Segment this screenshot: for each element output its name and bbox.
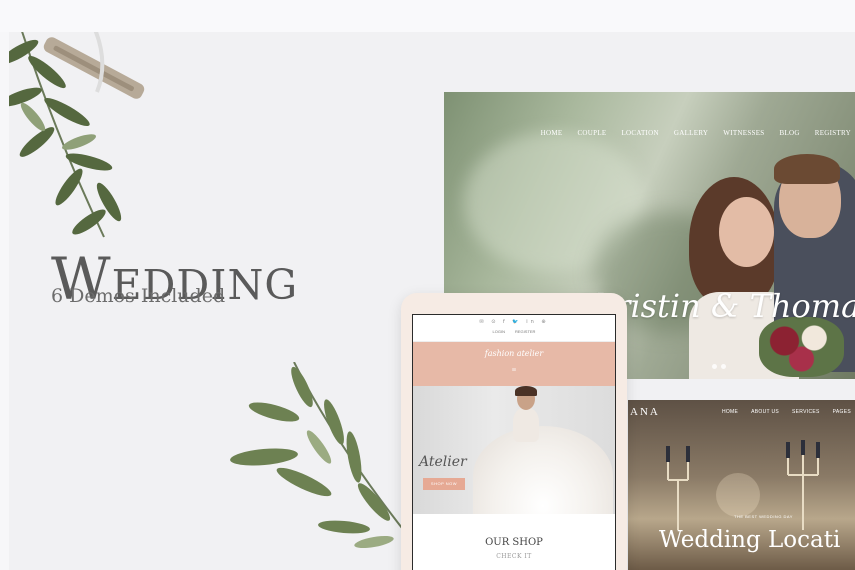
menu-icon[interactable]: ≡ [413, 365, 615, 374]
location-tagline: THE BEST WEDDING DAY [734, 514, 793, 519]
bride-photo [473, 426, 613, 514]
slider-dots[interactable] [712, 364, 726, 369]
atelier-logo[interactable]: fashion atelier [413, 349, 615, 358]
demo-location-nav: HOME ABOUT US SERVICES PAGES [722, 409, 851, 415]
login-link[interactable]: LOGIN [493, 329, 505, 334]
nav-item-home[interactable]: HOME [722, 409, 738, 415]
nav-item-pages[interactable]: PAGES [833, 409, 851, 415]
promo-canvas: Wedding 6 Demos Included HOME COUPLE LOC… [9, 32, 855, 570]
register-link[interactable]: REGISTER [515, 329, 535, 334]
nav-item-home[interactable]: HOME [541, 129, 563, 137]
location-headline: Wedding Locati [659, 527, 841, 553]
tablet-screen: ✉ ⊙ f 🐦 in ⊕ LOGIN REGISTER fashion atel… [412, 314, 616, 570]
check-it-link[interactable]: CHECK IT [413, 553, 615, 560]
atelier-hero: Atelier SHOP NOW [413, 386, 615, 514]
nav-item-registry[interactable]: REGISTRY [815, 129, 851, 137]
bride-photo [515, 386, 537, 396]
demo-couple-nav: HOME COUPLE LOCATION GALLERY WITNESSES B… [541, 129, 851, 137]
couple-photo [774, 154, 840, 184]
bride-photo [513, 408, 539, 442]
shop-now-button[interactable]: SHOP NOW [423, 478, 465, 490]
top-strip [0, 0, 855, 32]
hero-script: Atelier [419, 454, 467, 470]
demo-atelier-tablet[interactable]: ✉ ⊙ f 🐦 in ⊕ LOGIN REGISTER fashion atel… [401, 293, 627, 570]
social-icons[interactable]: ✉ ⊙ f 🐦 in ⊕ [413, 319, 615, 325]
nav-item-blog[interactable]: BLOG [779, 129, 799, 137]
leaf-branch-icon [9, 32, 145, 238]
couple-photo [719, 197, 774, 267]
atelier-header: fashion atelier ≡ [413, 342, 615, 386]
demo-location-preview[interactable]: ANA HOME ABOUT US SERVICES PAGES THE BES… [628, 400, 855, 570]
leaf-branch-icon [230, 362, 409, 549]
shop-title: OUR SHOP [485, 537, 543, 548]
promo-subtitle: 6 Demos Included [51, 285, 226, 307]
nav-item-services[interactable]: SERVICES [792, 409, 820, 415]
nav-item-about-us[interactable]: ABOUT US [751, 409, 779, 415]
account-links: LOGIN REGISTER [413, 329, 615, 334]
atelier-topbar: ✉ ⊙ f 🐦 in ⊕ LOGIN REGISTER [413, 315, 615, 342]
nav-item-witnesses[interactable]: WITNESSES [723, 129, 764, 137]
nav-item-couple[interactable]: COUPLE [577, 129, 606, 137]
bouquet-photo [759, 317, 844, 377]
nav-item-location[interactable]: LOCATION [621, 129, 658, 137]
nav-item-gallery[interactable]: GALLERY [674, 129, 708, 137]
demo-location-logo[interactable]: ANA [630, 406, 660, 418]
